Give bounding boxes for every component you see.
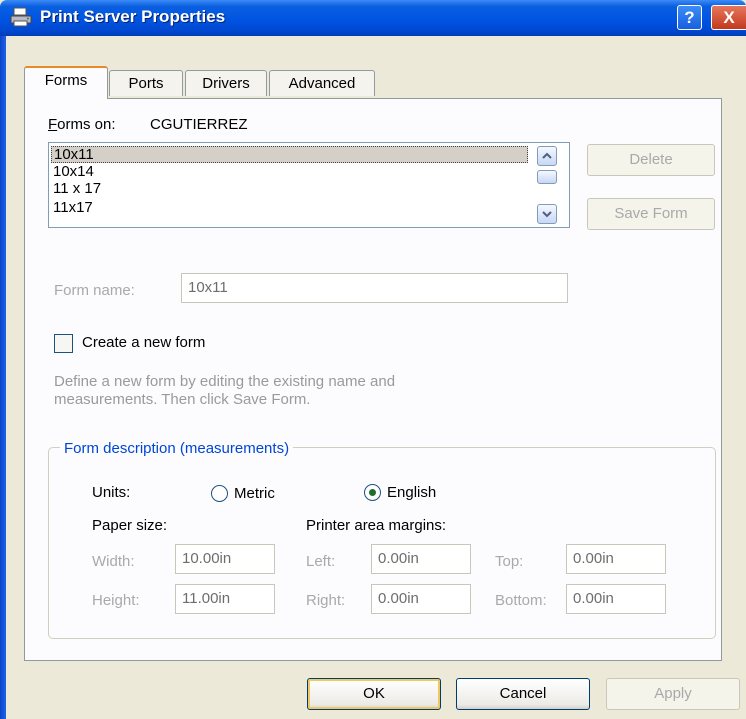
save-form-button[interactable]: Save Form (587, 198, 715, 230)
height-label: Height: (92, 592, 140, 609)
tab-drivers[interactable]: Drivers (185, 70, 267, 96)
right-margin-field[interactable]: 0.00in (371, 584, 471, 614)
window-title: Print Server Properties (40, 7, 226, 26)
english-label[interactable]: English (387, 484, 436, 501)
bottom-margin-field[interactable]: 0.00in (566, 584, 666, 614)
forms-listbox[interactable]: 10x11 10x14 11 x 17 11x17 (48, 142, 570, 228)
bottom-margin-label: Bottom: (495, 592, 547, 609)
help-button[interactable]: ? (677, 5, 702, 30)
tab-advanced[interactable]: Advanced (269, 70, 375, 96)
metric-radio[interactable] (211, 485, 228, 502)
english-radio[interactable] (364, 484, 381, 501)
left-margin-label: Left: (306, 553, 336, 570)
top-margin-label: Top: (495, 553, 524, 570)
server-name: CGUTIERREZ (150, 116, 248, 133)
list-item[interactable]: 10x11 (51, 146, 528, 163)
metric-label[interactable]: Metric (234, 485, 275, 502)
width-label: Width: (92, 553, 135, 570)
printer-area-margins-label: Printer area margins: (306, 517, 447, 534)
scroll-up-button[interactable] (537, 146, 557, 166)
help-icon: ? (684, 8, 695, 27)
form-name-field[interactable]: 10x11 (181, 273, 568, 303)
list-item[interactable]: 10x14 (53, 163, 94, 180)
window-frame-left (0, 36, 6, 719)
ok-button[interactable]: OK (307, 678, 441, 710)
units-label: Units: (92, 484, 131, 501)
tab-ports[interactable]: Ports (109, 70, 183, 96)
left-margin-field[interactable]: 0.00in (371, 544, 471, 574)
right-margin-label: Right: (306, 592, 346, 609)
help-text-line2: measurements. Then click Save Form. (54, 391, 311, 408)
forms-on-label: Forms on: (48, 116, 116, 133)
create-new-form-label[interactable]: Create a new form (82, 334, 205, 351)
height-field[interactable]: 11.00in (175, 584, 275, 614)
help-text-line1: Define a new form by editing the existin… (54, 373, 396, 390)
close-icon: X (723, 8, 735, 27)
list-item[interactable]: 11 x 17 (53, 180, 101, 197)
print-server-properties-window: Print Server Properties ? X Forms Ports … (0, 0, 746, 719)
printer-icon (10, 7, 32, 27)
scroll-down-button[interactable] (537, 204, 557, 224)
radio-selected-dot (369, 489, 376, 496)
form-description-title: Form description (measurements) (60, 440, 294, 457)
cancel-button[interactable]: Cancel (456, 678, 590, 710)
paper-size-label: Paper size: (92, 517, 168, 534)
scrollbar-thumb[interactable] (537, 170, 557, 184)
forms-on-label-text: orms on: (57, 116, 116, 133)
list-item[interactable]: 11x17 (53, 199, 93, 216)
form-name-label: Form name: (54, 282, 135, 299)
chevron-up-icon (542, 152, 552, 159)
chevron-down-icon (542, 211, 552, 218)
top-margin-field[interactable]: 0.00in (566, 544, 666, 574)
create-new-form-checkbox[interactable] (54, 334, 73, 353)
apply-button[interactable]: Apply (606, 678, 740, 710)
width-field[interactable]: 10.00in (175, 544, 275, 574)
delete-button[interactable]: Delete (587, 144, 715, 176)
tab-forms[interactable]: Forms (24, 66, 108, 99)
close-button[interactable]: X (711, 5, 746, 30)
title-bar[interactable]: Print Server Properties ? X (0, 0, 746, 36)
